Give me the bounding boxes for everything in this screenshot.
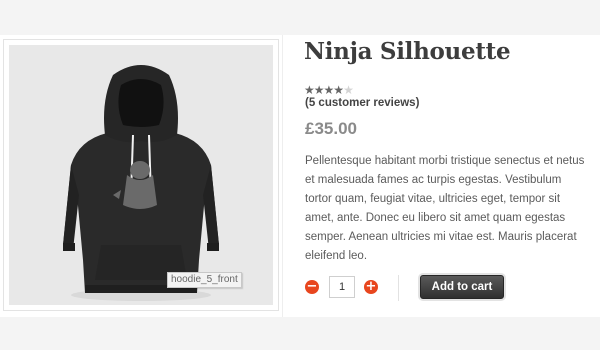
quantity-increase-button[interactable]: + — [364, 280, 378, 294]
star-filled-icon: ★ — [304, 83, 315, 97]
product-card: hoodie_5_front Ninja Silhouette ★★★★★ (5… — [0, 35, 600, 317]
add-to-cart-button[interactable]: Add to cart — [420, 275, 504, 299]
product-image-frame[interactable]: hoodie_5_front — [3, 39, 279, 311]
product-title: Ninja Silhouette — [304, 38, 511, 65]
column-divider — [282, 35, 283, 317]
cart-divider — [398, 275, 399, 301]
star-filled-icon: ★ — [323, 83, 335, 97]
reviews-link[interactable]: (5 customer reviews) — [305, 97, 419, 109]
star-filled-icon: ★ — [333, 83, 344, 97]
product-price: £35.00 — [305, 119, 357, 138]
hoodie-illustration — [63, 65, 219, 301]
image-caption: hoodie_5_front — [167, 272, 242, 288]
quantity-input[interactable]: 1 — [329, 276, 355, 298]
star-filled-icon: ★ — [313, 83, 325, 97]
quantity-decrease-button[interactable]: − — [305, 280, 319, 294]
product-image[interactable]: hoodie_5_front — [9, 45, 273, 305]
star-empty-icon: ★ — [343, 83, 354, 97]
product-description: Pellentesque habitant morbi tristique se… — [305, 155, 585, 262]
star-rating[interactable]: ★★★★★ — [304, 83, 354, 97]
